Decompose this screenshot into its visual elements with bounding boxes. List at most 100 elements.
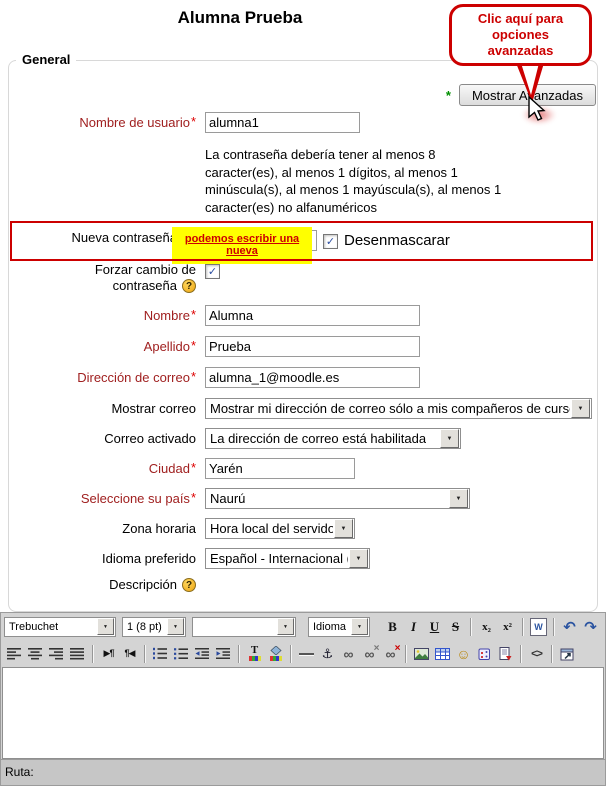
underline-button[interactable]: U (424, 616, 445, 638)
align-justify-button[interactable] (67, 643, 88, 665)
insert-character-icon (478, 647, 492, 660)
outdent-button[interactable] (192, 643, 213, 665)
italic-button[interactable]: I (403, 616, 424, 638)
color-grid (249, 656, 261, 661)
description-label-text: Descripción (109, 577, 177, 593)
firstname-input[interactable] (205, 305, 420, 326)
prevent-autolink-button[interactable]: ∞× (380, 643, 401, 665)
word-doc-icon: W (530, 618, 547, 636)
bullet-list-icon (174, 647, 189, 660)
ltr-icon: ▶¶ (104, 648, 114, 659)
font-family-value: Trebuchet (5, 621, 58, 633)
subscript-icon: x₂ (482, 621, 491, 633)
outdent-icon (195, 647, 210, 660)
dropdown-arrow-icon[interactable]: ▼ (449, 489, 468, 508)
ordered-list-button[interactable] (150, 643, 171, 665)
direction-ltr-button[interactable]: ▶¶ (98, 643, 119, 665)
format-select[interactable]: ▼ (192, 617, 296, 637)
country-select[interactable]: Naurú ▼ (205, 488, 470, 509)
unlink-cross: × (374, 642, 380, 656)
strikethrough-icon: S (452, 619, 459, 635)
enlarge-editor-button[interactable] (557, 643, 578, 665)
anchor-button[interactable]: ⚓ (317, 643, 338, 665)
editor-textarea[interactable] (2, 667, 604, 759)
horizontal-rule-button[interactable] (296, 643, 317, 665)
general-legend: General (16, 52, 76, 67)
indent-button[interactable] (213, 643, 234, 665)
search-replace-button[interactable] (495, 643, 516, 665)
horizontal-rule-icon (299, 653, 314, 655)
insert-character-button[interactable] (474, 643, 495, 665)
rtl-icon: ¶◀ (125, 648, 135, 659)
clean-word-html-button[interactable]: W (528, 616, 549, 638)
username-label: Nombre de usuario* (0, 112, 205, 131)
city-label-text: Ciudad (149, 461, 190, 476)
city-input[interactable] (205, 458, 355, 479)
country-row: Seleccione su país* Naurú ▼ (0, 488, 606, 509)
city-row: Ciudad* (0, 458, 606, 479)
font-family-select[interactable]: Trebuchet ▼ (4, 617, 116, 637)
dropdown-arrow-icon[interactable]: ▼ (334, 519, 353, 538)
redo-button[interactable]: ↷ (580, 616, 601, 638)
highlight-color-button[interactable] (265, 643, 286, 665)
insert-table-button[interactable] (432, 643, 453, 665)
dropdown-arrow-icon[interactable]: ▼ (349, 549, 368, 568)
insert-image-button[interactable] (411, 643, 432, 665)
bullet-list-button[interactable] (171, 643, 192, 665)
insert-smiley-button[interactable]: ☺ (453, 643, 474, 665)
description-label: Descripción ? (0, 577, 205, 593)
country-label-text: Seleccione su país (81, 491, 190, 506)
email-enabled-select[interactable]: La dirección de correo está habilitada ▼ (205, 428, 461, 449)
lastname-input[interactable] (205, 336, 420, 357)
dropdown-arrow-icon[interactable]: ▼ (277, 618, 294, 635)
dropdown-arrow-icon[interactable]: ▼ (351, 618, 368, 635)
strikethrough-button[interactable]: S (445, 616, 466, 638)
subscript-button[interactable]: x₂ (476, 616, 497, 638)
font-color-button[interactable]: T (244, 643, 265, 665)
dropdown-arrow-icon[interactable]: ▼ (440, 429, 459, 448)
timezone-label: Zona horaria (0, 518, 205, 537)
help-icon[interactable]: ? (182, 578, 196, 592)
enlarge-editor-icon (560, 647, 575, 661)
editor-language-select[interactable]: Idioma ▼ (308, 617, 370, 637)
align-center-button[interactable] (25, 643, 46, 665)
insert-link-button[interactable]: ∞ (338, 643, 359, 665)
align-center-icon (28, 647, 43, 660)
timezone-select[interactable]: Hora local del servidor ▼ (205, 518, 355, 539)
username-input[interactable] (205, 112, 360, 133)
page-title: Alumna Prueba (0, 8, 480, 28)
username-row: Nombre de usuario* (0, 112, 606, 133)
email-display-select[interactable]: Mostrar mi dirección de correo sólo a mi… (205, 398, 592, 419)
email-label: Dirección de correo* (0, 367, 205, 386)
dropdown-arrow-icon[interactable]: ▼ (167, 618, 184, 635)
remove-link-button[interactable]: ∞× (359, 643, 380, 665)
align-left-button[interactable] (4, 643, 25, 665)
superscript-button[interactable]: x² (497, 616, 518, 638)
underline-icon: U (430, 619, 439, 635)
language-select[interactable]: Español - Internacional (es) ▼ (205, 548, 370, 569)
direction-rtl-button[interactable]: ¶◀ (119, 643, 140, 665)
bold-button[interactable]: B (382, 616, 403, 638)
indent-icon (216, 647, 231, 660)
align-right-button[interactable] (46, 643, 67, 665)
dropdown-arrow-icon[interactable]: ▼ (97, 618, 114, 635)
help-icon[interactable]: ? (182, 279, 196, 293)
firstname-label: Nombre* (0, 305, 205, 324)
undo-button[interactable]: ↶ (559, 616, 580, 638)
word-letter: W (534, 622, 543, 632)
superscript-icon: x² (503, 621, 512, 633)
html-source-button[interactable]: <> (526, 643, 547, 665)
insert-table-icon (435, 648, 450, 660)
email-input[interactable] (205, 367, 420, 388)
lastname-label: Apellido* (0, 336, 205, 355)
font-size-select[interactable]: 1 (8 pt) ▼ (122, 617, 186, 637)
unlink-icon: ∞× (365, 647, 375, 661)
force-password-label-line2-wrap: contraseña ? (0, 278, 196, 294)
dropdown-arrow-icon[interactable]: ▼ (571, 399, 590, 418)
email-row: Dirección de correo* (0, 367, 606, 388)
advanced-required-marker: * (446, 88, 451, 103)
smiley-icon: ☺ (456, 646, 470, 662)
country-value: Naurú (206, 491, 245, 506)
bold-icon: B (388, 619, 397, 635)
force-password-checkbox[interactable]: ✓ (205, 264, 220, 279)
